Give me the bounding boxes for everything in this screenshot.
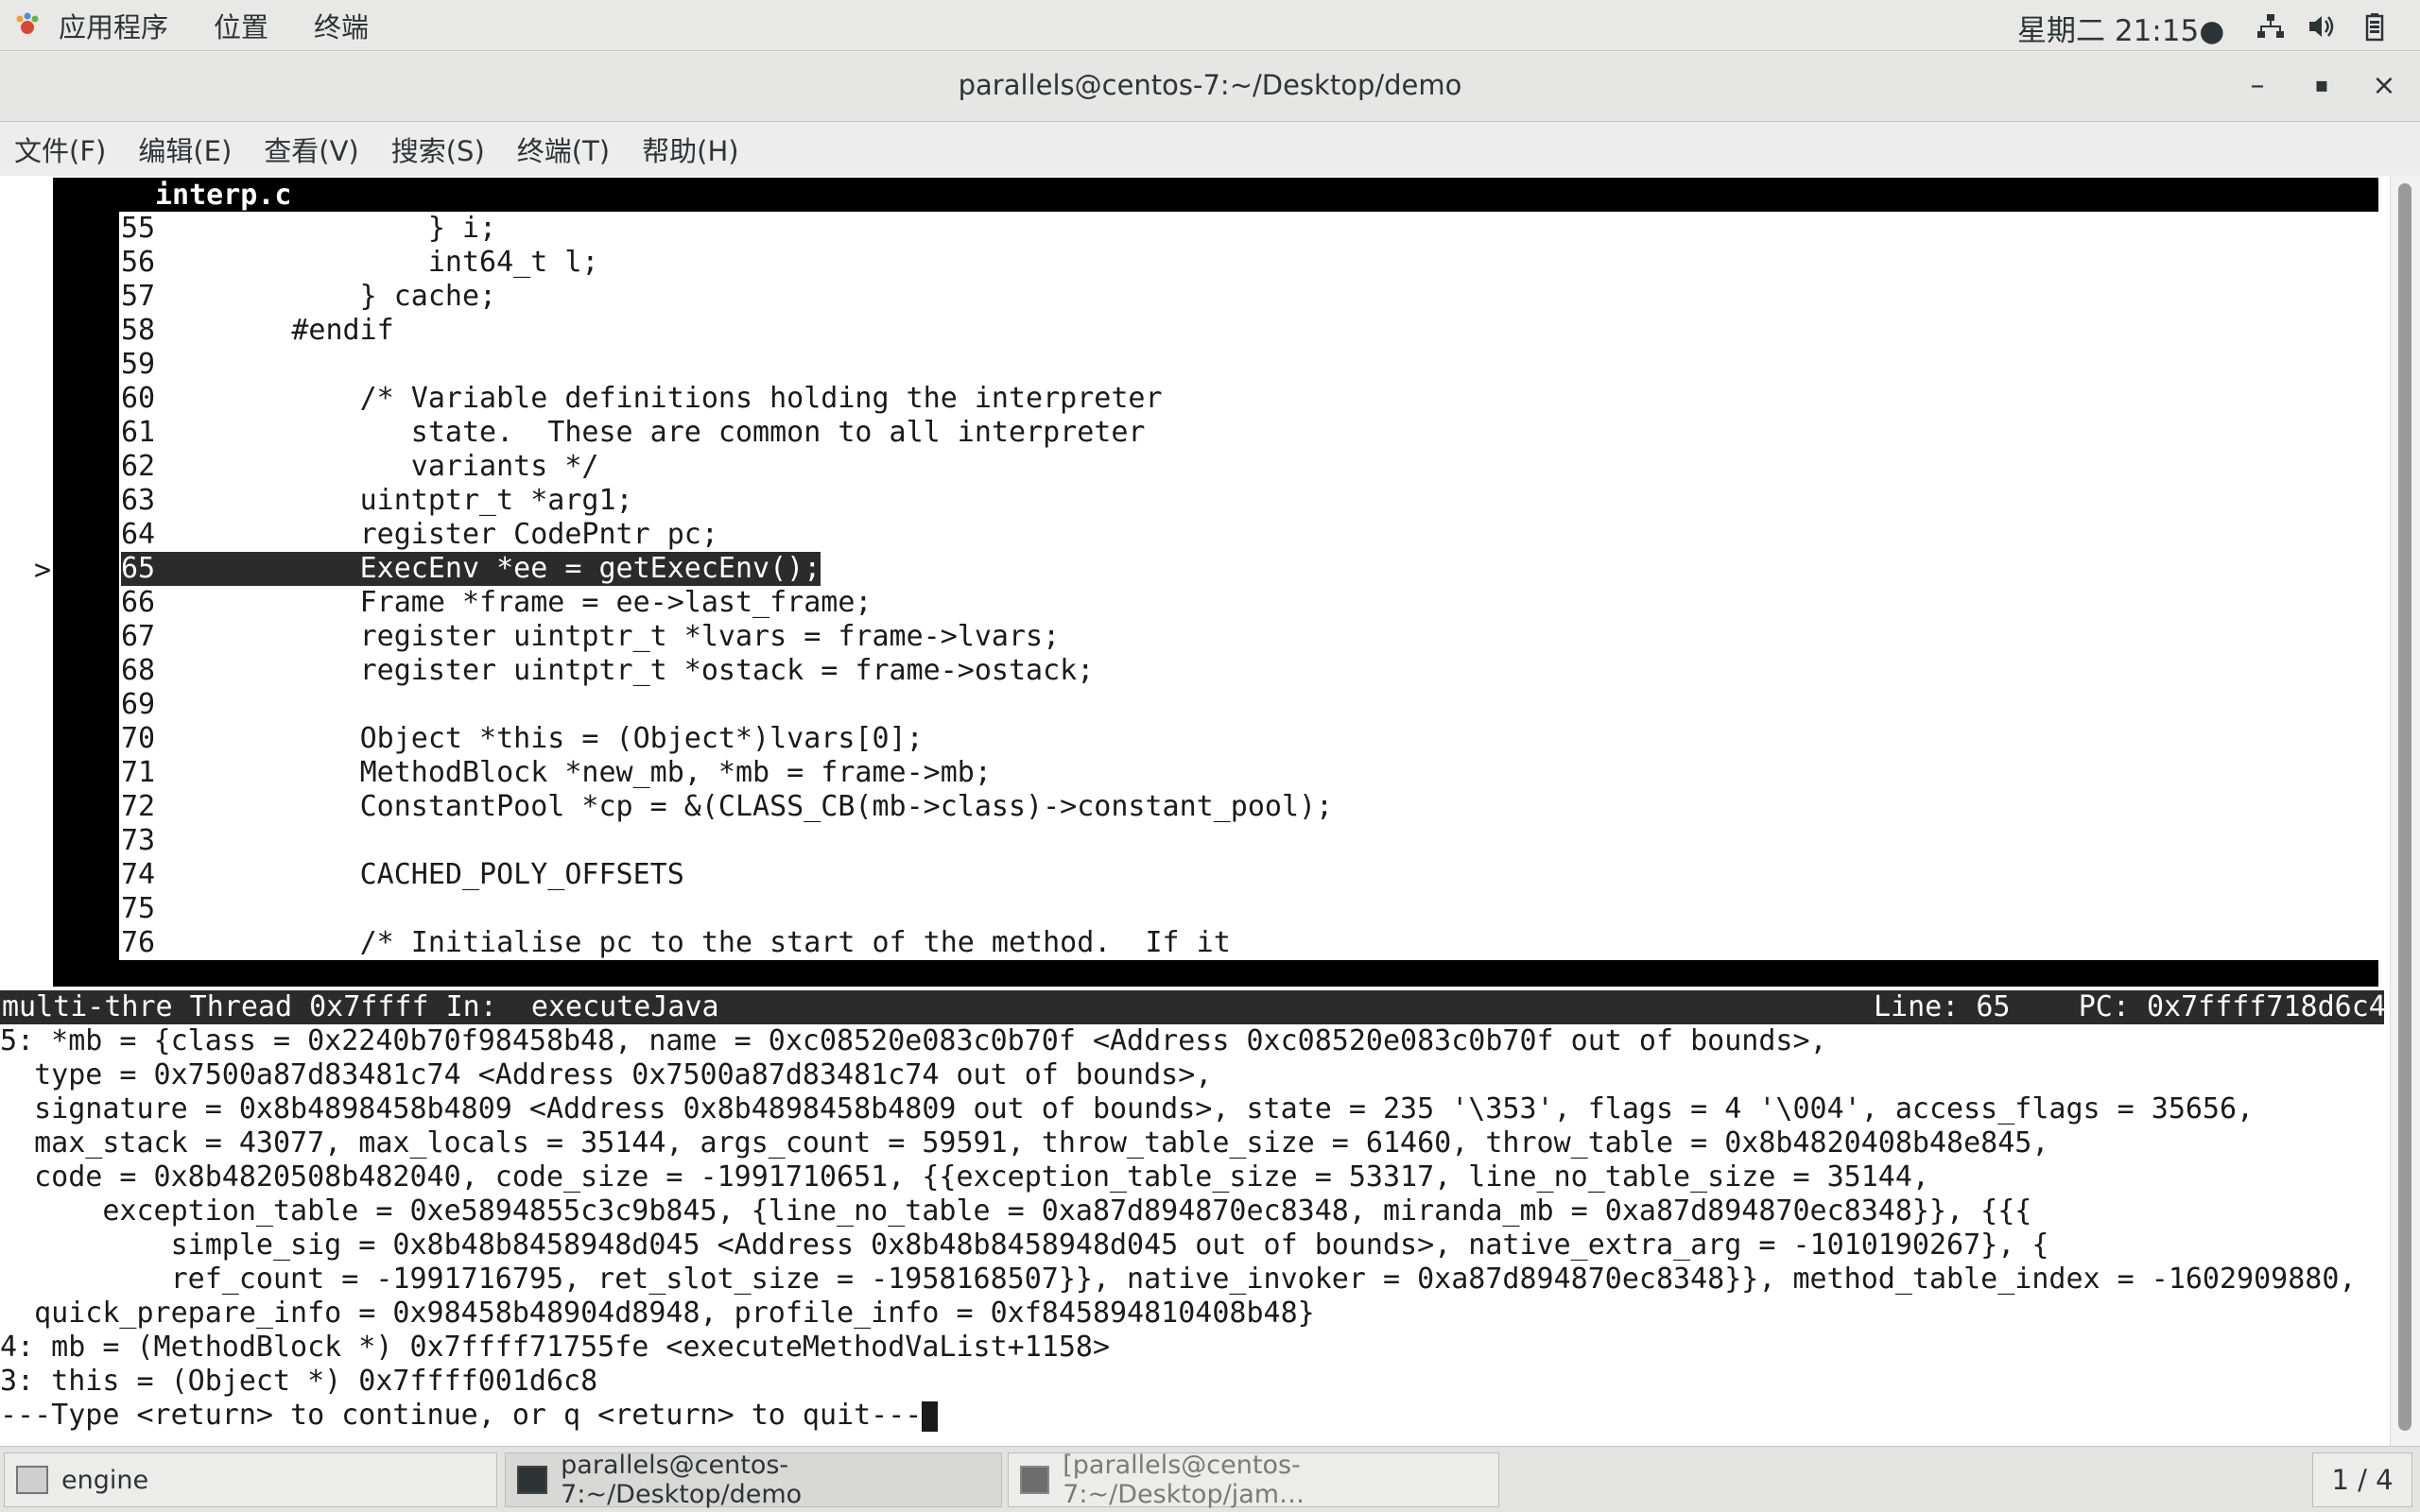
file-cabinet-icon: [16, 1466, 48, 1494]
source-line: 59: [121, 348, 156, 381]
close-button[interactable]: ×: [2365, 67, 2403, 105]
source-line: 60 /* Variable definitions holding the i…: [121, 382, 1163, 415]
task-label: [parallels@centos-7:~/Desktop/jam…: [1063, 1451, 1305, 1509]
task-terminal-demo[interactable]: parallels@centos-7:~/Desktop/demo: [505, 1451, 1002, 1509]
minimize-button[interactable]: –: [2238, 67, 2276, 105]
menu-edit[interactable]: 编辑(E): [138, 129, 232, 169]
menu-search[interactable]: 搜索(S): [391, 129, 485, 169]
places-menu[interactable]: 位置: [214, 6, 268, 45]
gdb-status-bar: multi-thre Thread 0x7ffff In: executeJav…: [0, 990, 2386, 1024]
volume-icon[interactable]: [2307, 11, 2337, 42]
gdb-output-line: exception_table = 0xe5894855c3c9b845, {l…: [0, 1194, 2032, 1228]
source-line: 70 Object *this = (Object*)lvars[0];: [121, 722, 924, 755]
terminal-menubar: 文件(F) 编辑(E) 查看(V) 搜索(S) 终端(T) 帮助(H): [0, 123, 2420, 176]
source-line: 68 register uintptr_t *ostack = frame->o…: [121, 654, 1095, 687]
task-label: engine: [61, 1465, 149, 1495]
gdb-output-line: 3: this = (Object *) 0x7ffff001d6c8: [0, 1365, 598, 1398]
terminal-icon: [1020, 1466, 1050, 1494]
menu-view[interactable]: 查看(V): [264, 129, 358, 169]
top-panel: 应用程序 位置 终端 星期二 21:15●: [0, 0, 2420, 51]
gdb-output-line: simple_sig = 0x8b48b8458948d045 <Address…: [0, 1228, 2049, 1262]
gdb-output-line: signature = 0x8b4898458b4809 <Address 0x…: [0, 1092, 2255, 1125]
source-line: 72 ConstantPool *cp = &(CLASS_CB(mb->cla…: [121, 790, 1334, 823]
applications-menu[interactable]: 应用程序: [13, 6, 214, 45]
maximize-button[interactable]: ▪: [2303, 67, 2341, 105]
current-source-line: 65 ExecEnv *ee = getExecEnv();: [121, 552, 821, 586]
source-line: 62 variants */: [121, 450, 599, 483]
gnome-foot-icon: [16, 12, 39, 34]
terminal-icon: [517, 1466, 548, 1494]
source-line: 66 Frame *frame = ee->last_frame;: [121, 586, 873, 619]
gdb-output-line: 4: mb = (MethodBlock *) 0x7ffff71755fe <…: [0, 1331, 1110, 1364]
menu-file[interactable]: 文件(F): [14, 129, 106, 169]
gdb-output-line: 5: *mb = {class = 0x2240b70f98458b48, na…: [0, 1024, 1827, 1057]
source-line: 75: [121, 892, 156, 925]
gdb-output-line: code = 0x8b4820508b482040, code_size = -…: [0, 1160, 1929, 1194]
source-filename: interp.c: [155, 179, 292, 212]
status-line-pc: Line: 65 PC: 0x7ffff718d6c4: [1874, 990, 2386, 1023]
source-line: 63 uintptr_t *arg1;: [121, 484, 633, 517]
status-thread-info: multi-thre Thread 0x7ffff In: executeJav…: [2, 990, 719, 1023]
terminal-view[interactable]: interp.c 55 } i; 56 int64_t l; 57 } cach…: [0, 176, 2390, 1446]
battery-icon[interactable]: [2360, 11, 2390, 42]
network-icon[interactable]: [2256, 11, 2286, 42]
source-window: interp.c 55 } i; 56 int64_t l; 57 } cach…: [53, 178, 2390, 987]
gdb-output-line: max_stack = 43077, max_locals = 35144, a…: [0, 1126, 2049, 1160]
terminal-app-menu[interactable]: 终端: [314, 6, 369, 45]
text-cursor: [922, 1400, 939, 1432]
terminal-scrollbar[interactable]: [2390, 176, 2420, 1446]
source-line: 64 register CodePntr pc;: [121, 518, 718, 551]
workspace-switcher[interactable]: 1 / 4: [2312, 1452, 2412, 1507]
current-line-marker: >: [34, 554, 52, 587]
source-line: 71 MethodBlock *new_mb, *mb = frame->mb;: [121, 756, 992, 789]
source-line: 56 int64_t l;: [121, 246, 599, 279]
source-line: 58 #endif: [121, 314, 394, 347]
source-line: 76 /* Initialise pc to the start of the …: [121, 926, 1231, 959]
gdb-output-line: type = 0x7500a87d83481c74 <Address 0x750…: [0, 1058, 1213, 1091]
menu-help[interactable]: 帮助(H): [642, 129, 738, 169]
menu-terminal[interactable]: 终端(T): [517, 129, 610, 169]
applications-menu-label: 应用程序: [59, 10, 169, 43]
gdb-output-line: quick_prepare_info = 0x98458b48904d8948,…: [0, 1297, 1315, 1330]
source-line: 57 } cache;: [121, 280, 497, 313]
window-title: parallels@centos-7:~/Desktop/demo: [958, 69, 1462, 101]
window-titlebar[interactable]: parallels@centos-7:~/Desktop/demo – ▪ ×: [0, 52, 2420, 122]
bottom-taskbar: engine parallels@centos-7:~/Desktop/demo…: [0, 1446, 2420, 1512]
gdb-output-line: ref_count = -1991716795, ret_slot_size =…: [0, 1263, 2357, 1296]
source-line: 67 register uintptr_t *lvars = frame->lv…: [121, 620, 1061, 653]
source-line: 73: [121, 824, 156, 857]
task-terminal-jam[interactable]: [parallels@centos-7:~/Desktop/jam…: [1008, 1451, 1499, 1509]
source-line: 69: [121, 688, 156, 721]
task-label: parallels@centos-7:~/Desktop/demo: [561, 1451, 803, 1509]
task-engine[interactable]: engine: [4, 1452, 497, 1507]
source-code-area: 55 } i; 56 int64_t l; 57 } cache; 58 #en…: [119, 212, 2390, 960]
scrollbar-thumb[interactable]: [2398, 183, 2411, 1431]
source-line: 55 } i;: [121, 212, 497, 245]
source-line: 74 CACHED_POLY_OFFSETS: [121, 858, 684, 891]
source-line: 61 state. These are common to all interp…: [121, 416, 1146, 449]
gdb-prompt-line[interactable]: ---Type <return> to continue, or q <retu…: [0, 1399, 939, 1433]
clock[interactable]: 星期二 21:15●: [2017, 7, 2224, 49]
gdb-continue-prompt: ---Type <return> to continue, or q <retu…: [0, 1399, 923, 1432]
